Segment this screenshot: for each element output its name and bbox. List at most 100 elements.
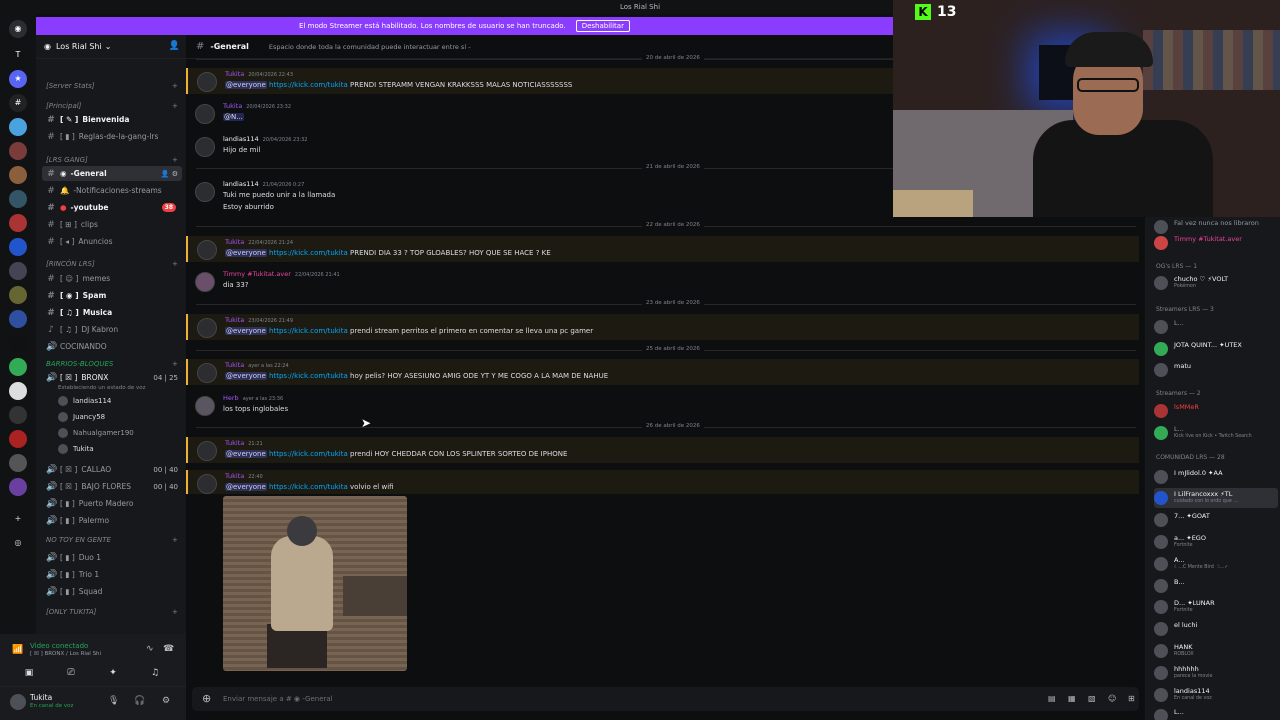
message-author[interactable]: Tukita 21:21 <box>225 439 263 447</box>
member-item[interactable]: matu <box>1154 360 1278 380</box>
channel-dj-kabron[interactable]: ♪[ ♫ ] DJ Kabron <box>42 322 182 337</box>
member-item[interactable]: lsMMeR <box>1154 401 1278 421</box>
direct-messages-icon[interactable]: T <box>9 46 27 64</box>
server-icon[interactable] <box>9 430 27 448</box>
message-author[interactable]: Tukita 20/04/2026 23:32 <box>223 102 291 110</box>
avatar[interactable] <box>197 474 217 494</box>
emoji-icon[interactable]: ☺ <box>1108 694 1116 703</box>
category-header[interactable]: [LRS GANG] + <box>46 156 178 164</box>
image-attachment[interactable] <box>223 496 407 671</box>
member-item[interactable]: chucho ♡ ⚡VOLT Pokémon <box>1154 273 1278 293</box>
category-header[interactable]: [Principal] + <box>46 102 178 110</box>
avatar[interactable] <box>197 72 217 92</box>
member-item[interactable]: I mJlidol.0 ✦AA <box>1154 467 1278 487</box>
disconnect-icon[interactable]: ☎ <box>163 644 174 654</box>
voice-channel-puerto-madero[interactable]: 🔊[ ▮ ] Puerto Madero <box>42 496 182 511</box>
message[interactable]: Tukita 22:40 @everyone https://kick.com/t… <box>186 470 1139 494</box>
message-author[interactable]: Herb ayer a las 23:36 <box>223 394 283 402</box>
member-item[interactable]: I LilFrancoxxx ⚡TL cuidado con lo ordo qu… <box>1154 488 1278 508</box>
channel-anuncios[interactable]: #[ ◂ ] Anuncios <box>42 234 182 249</box>
server-icon[interactable] <box>9 166 27 184</box>
member-item[interactable]: D... ✦LUNAR Fortnite <box>1154 597 1278 617</box>
message[interactable]: Tukita ayer a las 22:24 @everyone https:/… <box>186 359 1139 385</box>
voice-channel-link[interactable]: [ ☒ ] BRONX / Los Rial Shi <box>30 651 101 657</box>
avatar[interactable] <box>195 104 215 124</box>
voice-channel-squad[interactable]: 🔊[ ▮ ] Squad <box>42 584 182 599</box>
channel-general[interactable]: # ◉ -General 👤 ⚙ <box>42 166 182 181</box>
server-icon[interactable] <box>9 310 27 328</box>
channel-youtube[interactable]: # ● -youtube 38 <box>42 200 182 215</box>
user-avatar[interactable] <box>10 694 26 710</box>
signal-icon[interactable]: 📶 <box>12 645 23 655</box>
category-header[interactable]: BARRIOS-BLOQUES + <box>46 360 178 368</box>
message-input[interactable]: ⊕ Enviar mensaje a # ◉ -General ▤ ▦ ▧ ☺ … <box>192 687 1139 711</box>
avatar[interactable] <box>195 272 215 292</box>
avatar[interactable] <box>195 396 215 416</box>
member-item[interactable]: L... Kick live on Kick • Twitch Search <box>1154 423 1278 443</box>
sticker-icon[interactable]: ▧ <box>1088 694 1096 703</box>
channel-memes[interactable]: #[ ☺ ] memes <box>42 271 182 286</box>
server-icon[interactable] <box>9 190 27 208</box>
server-icon[interactable] <box>9 406 27 424</box>
message[interactable]: Tukita 23/04/2026 21:49 @everyone https:/… <box>186 314 1139 340</box>
camera-off-icon[interactable]: ▣ <box>14 666 44 680</box>
server-icon[interactable] <box>9 118 27 136</box>
avatar[interactable] <box>197 240 217 260</box>
message-author[interactable]: Tukita 20/04/2026 22:43 <box>225 70 293 78</box>
category-header[interactable]: [RINCÓN LRS] + <box>46 260 178 268</box>
channel-cocinando[interactable]: 🔊 COCINANDO <box>42 339 182 354</box>
avatar[interactable] <box>195 137 215 157</box>
apps-icon[interactable]: ⊞ <box>1128 694 1135 703</box>
channel-settings-icon[interactable]: 👤 ⚙ <box>161 170 178 178</box>
server-icon[interactable] <box>9 382 27 400</box>
voice-channel-duo[interactable]: 🔊[ ▮ ] Duo 1 <box>42 550 182 565</box>
invite-people-icon[interactable]: 👤 <box>169 41 180 51</box>
user-name[interactable]: Tukita <box>30 693 52 702</box>
voice-user[interactable]: Juancy58 <box>58 410 105 424</box>
server-icon[interactable] <box>9 334 27 352</box>
message[interactable]: Tukita 21:21 @everyone https://kick.com/t… <box>186 437 1139 463</box>
avatar[interactable] <box>197 363 217 383</box>
server-icon[interactable] <box>9 262 27 280</box>
activities-icon[interactable]: ✦ <box>98 666 128 680</box>
voice-user[interactable]: Tukita <box>58 442 94 456</box>
microphone-icon[interactable]: 🎙 <box>108 696 119 706</box>
screen-share-icon[interactable]: ⎚ <box>56 666 86 680</box>
disable-streamer-mode-button[interactable]: Deshabilitar <box>575 20 630 32</box>
server-icon[interactable] <box>9 454 27 472</box>
member-item[interactable]: A... ☾...C Mente Bird ☽...✓ <box>1154 554 1278 574</box>
avatar[interactable] <box>195 182 215 202</box>
channel-musica[interactable]: #[ ♫ ] Musica <box>42 305 182 320</box>
voice-channel-palermo[interactable]: 🔊[ ▮ ] Palermo <box>42 513 182 528</box>
member-item[interactable]: JOTA QUINT... ✦UTEX <box>1154 339 1278 359</box>
server-icon[interactable] <box>9 286 27 304</box>
member-item[interactable]: B... <box>1154 576 1278 596</box>
member-item[interactable]: 7... ✦GOAT <box>1154 510 1278 530</box>
message[interactable]: Herb ayer a las 23:36 los tops inglobales <box>186 392 1139 418</box>
member-item[interactable]: HANK ROBLOX <box>1154 641 1278 661</box>
message[interactable]: Timmy #Tukitat.aver 22/04/2026 21:41 dia … <box>186 268 1139 294</box>
avatar[interactable] <box>197 318 217 338</box>
voice-channel-callao[interactable]: 🔊[ ☒ ] CALLAO 00 | 40 <box>42 462 182 477</box>
headphones-icon[interactable]: 🎧 <box>134 696 145 706</box>
voice-channel-bronx[interactable]: 🔊[ ☒ ] BRONX 04 | 25 <box>42 370 182 385</box>
voice-user[interactable]: Nahualgamer190 <box>58 426 134 440</box>
message-author[interactable]: Tukita 22:40 <box>225 472 263 480</box>
channel-reglas[interactable]: #[ ▮ ] Reglas-de-la-gang-lrs <box>42 129 182 144</box>
voice-user[interactable]: landias114 <box>58 394 111 408</box>
message[interactable]: Tukita 22/04/2026 21:24 @everyone https:/… <box>186 236 1139 262</box>
avatar[interactable] <box>197 441 217 461</box>
server-icon[interactable] <box>9 358 27 376</box>
member-item[interactable]: hhhhhh parece la movie <box>1154 663 1278 683</box>
noise-suppression-icon[interactable]: ∿ <box>146 644 154 654</box>
add-server-icon[interactable]: + <box>9 510 27 528</box>
message-author[interactable]: Tukita ayer a las 22:24 <box>225 361 289 369</box>
channel-topic[interactable]: Espacio donde toda la comunidad puede in… <box>269 43 471 51</box>
voice-channel-bajo-flores[interactable]: 🔊[ ☒ ] BAJO FLORES 00 | 40 <box>42 479 182 494</box>
server-icon[interactable] <box>9 238 27 256</box>
message-author[interactable]: landias114 20/04/2026 23:32 <box>223 135 307 143</box>
gif-icon[interactable]: ▦ <box>1068 694 1076 703</box>
gear-icon[interactable]: ⚙ <box>162 696 170 706</box>
category-header[interactable]: [Server Stats] + <box>46 82 178 90</box>
discover-icon[interactable]: ◎ <box>9 534 27 552</box>
